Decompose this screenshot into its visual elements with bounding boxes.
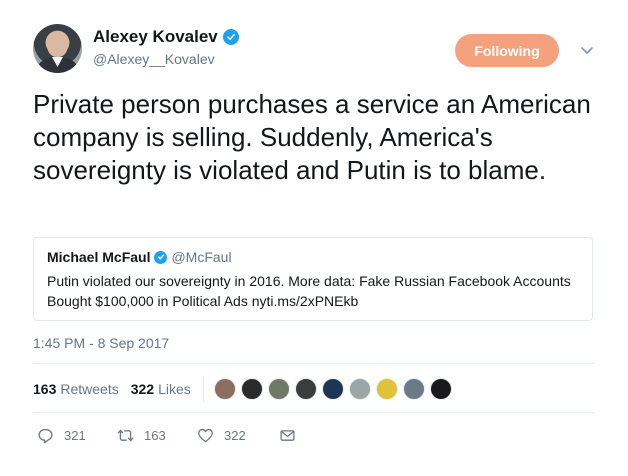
liker-avatars [213, 378, 452, 400]
following-button[interactable]: Following [455, 34, 559, 67]
envelope-icon [280, 429, 295, 441]
like-button[interactable]: 322 [197, 427, 279, 444]
heart-icon [198, 428, 213, 442]
likes-count: 322 [130, 381, 155, 397]
retweet-count: 163 [144, 427, 166, 443]
liker-avatar[interactable] [375, 378, 398, 400]
retweets-count: 163 [33, 381, 57, 397]
tweet-actions: 321 163 322 [37, 424, 306, 446]
liker-avatar[interactable] [402, 378, 425, 400]
author-display-name[interactable]: Alexey Kovalev [93, 27, 239, 47]
divider [33, 412, 595, 413]
liker-avatar[interactable] [240, 378, 263, 400]
tweet-stats: 163 Retweets 322 Likes [33, 375, 452, 403]
retweet-icon [117, 429, 134, 441]
like-count: 322 [224, 427, 246, 443]
author-handle[interactable]: @Alexey__Kovalev [93, 51, 239, 67]
liker-avatar[interactable] [294, 378, 317, 400]
author-name[interactable]: Alexey Kovalev [93, 27, 218, 47]
author-name-block: Alexey Kovalev @Alexey__Kovalev [93, 27, 239, 67]
direct-message-button[interactable] [279, 427, 306, 444]
likes-label: Likes [158, 381, 191, 397]
quoted-tweet-header: Michael McFaul @McFaul [47, 249, 579, 265]
reply-count: 321 [64, 427, 86, 443]
liker-avatar[interactable] [267, 378, 290, 400]
likes-stat[interactable]: 322 Likes [131, 381, 191, 397]
retweets-label: Retweets [60, 381, 119, 397]
liker-avatar[interactable] [213, 378, 236, 400]
divider [33, 363, 595, 364]
liker-avatar[interactable] [429, 378, 452, 400]
quoted-tweet-text: Putin violated our sovereignty in 2016. … [47, 273, 571, 309]
quoted-author-name: Michael McFaul [47, 249, 151, 265]
author-avatar[interactable] [33, 24, 82, 73]
quoted-verified-badge-icon [154, 250, 168, 264]
liker-avatar[interactable] [321, 378, 344, 400]
reply-icon [38, 428, 53, 443]
liker-avatar[interactable] [348, 378, 371, 400]
stats-separator [202, 376, 204, 402]
tweet-timestamp[interactable]: 1:45 PM - 8 Sep 2017 [33, 335, 169, 351]
chevron-down-icon[interactable] [579, 42, 595, 58]
verified-badge-icon [222, 29, 239, 45]
reply-button[interactable]: 321 [37, 427, 117, 444]
tweet-text: Private person purchases a service an Am… [33, 89, 591, 185]
retweet-button[interactable]: 163 [117, 427, 197, 444]
tweet-header: Alexey Kovalev @Alexey__Kovalev Followin… [33, 24, 603, 74]
retweets-stat[interactable]: 163 Retweets [33, 381, 119, 397]
quoted-tweet[interactable]: Michael McFaul @McFaul Putin violated ou… [33, 237, 593, 321]
quoted-author-handle: @McFaul [171, 249, 232, 265]
